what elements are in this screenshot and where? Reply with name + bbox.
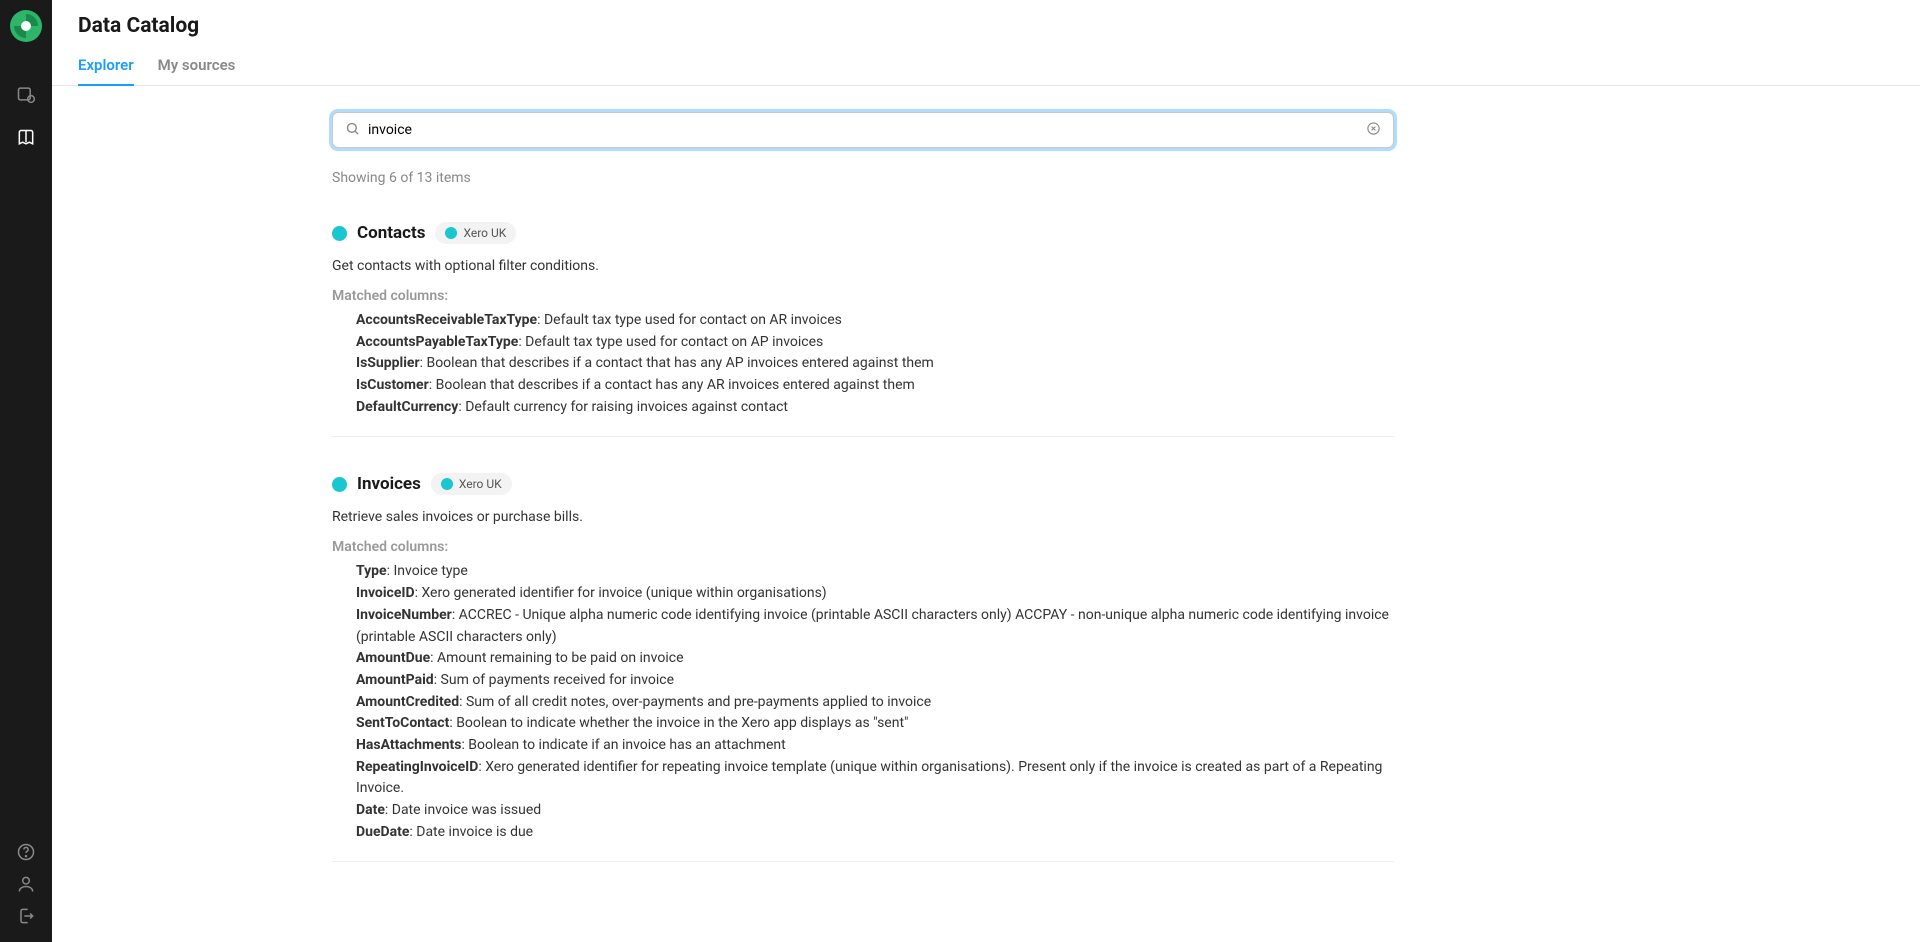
column-name: AccountsPayableTaxType <box>356 334 518 350</box>
source-dot-icon <box>332 477 347 492</box>
clear-icon[interactable] <box>1366 121 1381 140</box>
column-name: DefaultCurrency <box>356 399 458 415</box>
tab-my-sources[interactable]: My sources <box>158 56 236 86</box>
column-row: HasAttachments: Boolean to indicate if a… <box>356 735 1394 757</box>
column-desc: : Amount remaining to be paid on invoice <box>430 650 683 666</box>
column-desc: : Sum of payments received for invoice <box>434 672 674 688</box>
result-block: Contacts Xero UK Get contacts with optiona… <box>332 222 1394 437</box>
column-row: IsSupplier: Boolean that describes if a … <box>356 353 1394 375</box>
help-icon[interactable] <box>14 840 38 864</box>
column-name: RepeatingInvoiceID <box>356 759 478 775</box>
column-row: IsCustomer: Boolean that describes if a … <box>356 375 1394 397</box>
search-wrapper <box>332 112 1394 148</box>
column-row: InvoiceID: Xero generated identifier for… <box>356 583 1394 605</box>
nav-icon-data[interactable] <box>14 82 38 106</box>
column-row: DefaultCurrency: Default currency for ra… <box>356 397 1394 419</box>
column-row: InvoiceNumber: ACCREC - Unique alpha num… <box>356 605 1394 648</box>
column-desc: : Date invoice is due <box>409 824 533 840</box>
column-desc: : Default tax type used for contact on A… <box>518 334 823 350</box>
column-name: IsCustomer <box>356 377 429 393</box>
column-desc: : Boolean to indicate if an invoice has … <box>461 737 785 753</box>
user-icon[interactable] <box>14 872 38 896</box>
source-pill-label: Xero UK <box>463 226 506 240</box>
column-name: SentToContact <box>356 715 449 731</box>
column-row: DueDate: Date invoice is due <box>356 822 1394 844</box>
column-name: AmountCredited <box>356 694 459 710</box>
column-row: RepeatingInvoiceID: Xero generated ident… <box>356 757 1394 800</box>
column-desc: : Sum of all credit notes, over-payments… <box>459 694 931 710</box>
column-name: AccountsReceivableTaxType <box>356 312 537 328</box>
column-row: AmountPaid: Sum of payments received for… <box>356 670 1394 692</box>
result-title[interactable]: Invoices <box>357 474 421 494</box>
column-row: AccountsReceivableTaxType: Default tax t… <box>356 310 1394 332</box>
matched-columns-label: Matched columns: <box>332 539 1394 555</box>
sidebar <box>0 0 52 942</box>
page-title: Data Catalog <box>78 14 1894 38</box>
content: Showing 6 of 13 items Contacts Xero UK Get… <box>52 86 1920 942</box>
column-desc: : Boolean that describes if a contact ha… <box>429 377 915 393</box>
result-header: Contacts Xero UK <box>332 222 1394 244</box>
source-pill-label: Xero UK <box>459 477 502 491</box>
column-name: Date <box>356 802 385 818</box>
column-name: IsSupplier <box>356 355 420 371</box>
column-list: Type: Invoice typeInvoiceID: Xero genera… <box>332 561 1394 843</box>
column-desc: : ACCREC - Unique alpha numeric code ide… <box>356 607 1389 645</box>
column-desc: : Xero generated identifier for invoice … <box>415 585 827 601</box>
column-row: SentToContact: Boolean to indicate wheth… <box>356 713 1394 735</box>
main-area: Data Catalog Explorer My sources <box>52 0 1920 942</box>
result-block: Invoices Xero UK Retrieve sales invoices o… <box>332 473 1394 862</box>
result-description: Get contacts with optional filter condit… <box>332 258 1394 274</box>
column-name: DueDate <box>356 824 409 840</box>
column-desc: : Invoice type <box>387 563 468 579</box>
results-count: Showing 6 of 13 items <box>332 170 1394 186</box>
column-row: AmountDue: Amount remaining to be paid o… <box>356 648 1394 670</box>
source-dot-icon <box>441 478 453 490</box>
source-pill[interactable]: Xero UK <box>431 473 512 495</box>
app-logo <box>10 10 42 42</box>
matched-columns-label: Matched columns: <box>332 288 1394 304</box>
search-icon <box>345 121 360 140</box>
source-pill[interactable]: Xero UK <box>435 222 516 244</box>
result-title[interactable]: Contacts <box>357 223 425 243</box>
column-name: AmountDue <box>356 650 430 666</box>
column-list: AccountsReceivableTaxType: Default tax t… <box>332 310 1394 418</box>
result-header: Invoices Xero UK <box>332 473 1394 495</box>
logout-icon[interactable] <box>14 904 38 928</box>
column-name: AmountPaid <box>356 672 434 688</box>
source-dot-icon <box>332 226 347 241</box>
column-name: InvoiceNumber <box>356 607 452 623</box>
column-name: HasAttachments <box>356 737 461 753</box>
column-desc: : Xero generated identifier for repeatin… <box>356 759 1382 797</box>
column-name: InvoiceID <box>356 585 415 601</box>
column-desc: : Boolean that describes if a contact th… <box>420 355 934 371</box>
column-row: Type: Invoice type <box>356 561 1394 583</box>
column-desc: : Boolean to indicate whether the invoic… <box>449 715 908 731</box>
column-row: AccountsPayableTaxType: Default tax type… <box>356 332 1394 354</box>
column-desc: : Default currency for raising invoices … <box>458 399 788 415</box>
source-dot-icon <box>445 227 457 239</box>
column-desc: : Default tax type used for contact on A… <box>537 312 842 328</box>
nav-icon-catalog[interactable] <box>14 126 38 150</box>
column-row: Date: Date invoice was issued <box>356 800 1394 822</box>
result-description: Retrieve sales invoices or purchase bill… <box>332 509 1394 525</box>
search-input[interactable] <box>368 122 1366 138</box>
tab-explorer[interactable]: Explorer <box>78 56 134 86</box>
column-desc: : Date invoice was issued <box>385 802 541 818</box>
header: Data Catalog <box>52 0 1920 38</box>
column-name: Type <box>356 563 387 579</box>
column-row: AmountCredited: Sum of all credit notes,… <box>356 692 1394 714</box>
tabs: Explorer My sources <box>52 56 1920 86</box>
